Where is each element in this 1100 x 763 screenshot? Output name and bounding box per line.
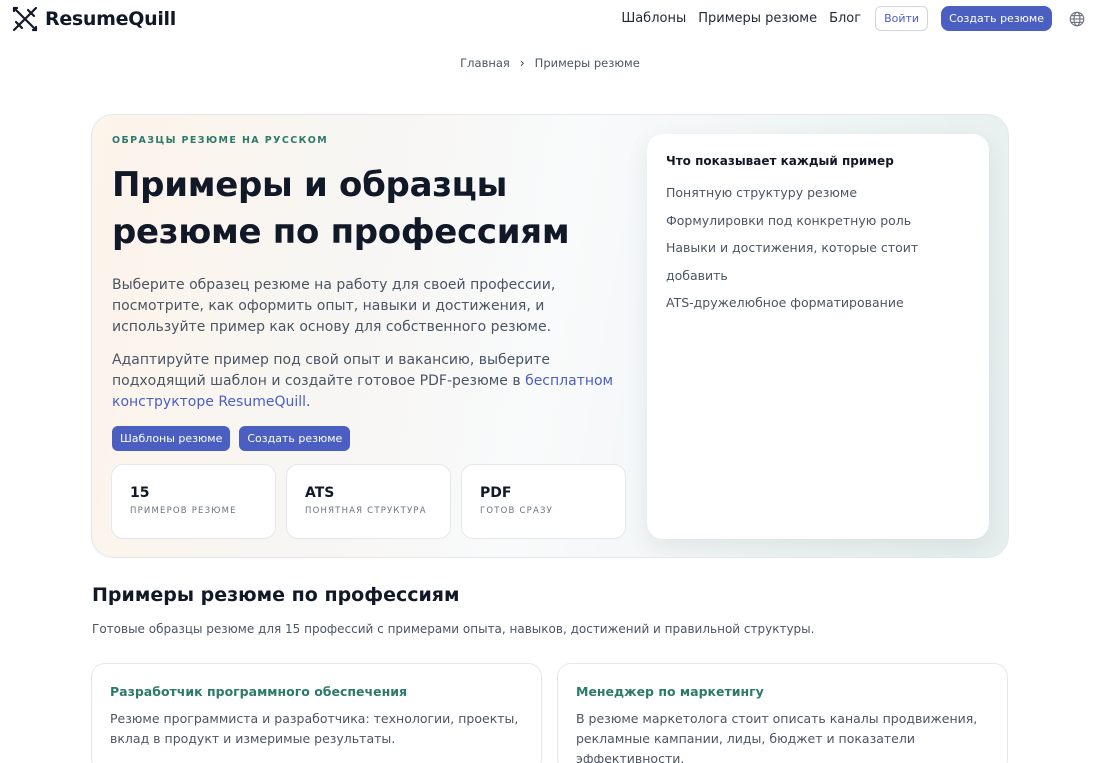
stat-card: PDF ГОТОВ СРАЗУ: [461, 464, 626, 539]
hero-eyebrow: ОБРАЗЦЫ РЕЗЮМЕ НА РУССКОМ: [112, 135, 329, 146]
stat-value: ATS: [305, 485, 335, 501]
hero-description-2-text: Адаптируйте пример под свой опыт и вакан…: [112, 352, 551, 389]
profession-card-title[interactable]: Менеджер по маркетингу: [576, 684, 989, 699]
hero-create-resume-button[interactable]: Создать резюме: [239, 426, 351, 451]
profession-card-text: В резюме маркетолога стоит описать канал…: [576, 711, 978, 763]
create-resume-button[interactable]: Создать резюме: [941, 6, 1052, 31]
page-title: Примеры и образцы резюме по профессиям: [112, 165, 570, 252]
site-header: ResumeQuill Шаблоны Примеры резюме Блог …: [0, 0, 1100, 38]
nav-examples[interactable]: Примеры резюме: [698, 11, 817, 26]
login-button[interactable]: Войти: [875, 6, 929, 31]
breadcrumb-home[interactable]: Главная: [460, 56, 510, 70]
feature-item: Навыки и достижения, которые стоит добав…: [666, 240, 919, 283]
profession-card-title[interactable]: Разработчик программного обеспечения: [110, 684, 523, 699]
features-card: Что показывает каждый пример Понятную ст…: [647, 134, 989, 539]
logo-text: ResumeQuill: [45, 8, 176, 30]
logo[interactable]: ResumeQuill: [11, 5, 176, 33]
profession-card-developer[interactable]: Разработчик программного обеспечения Рез…: [91, 663, 542, 763]
stats-row: 15 ПРИМЕРОВ РЕЗЮМЕ ATS ПОНЯТНАЯ СТРУКТУР…: [111, 464, 626, 539]
stat-label: ПРИМЕРОВ РЕЗЮМЕ: [130, 506, 237, 516]
profession-card-text: Резюме программиста и разработчика: техн…: [110, 711, 519, 746]
stat-card: ATS ПОНЯТНАЯ СТРУКТУРА: [286, 464, 451, 539]
stat-value: 15: [130, 485, 150, 501]
professions-subtitle: Готовые образцы резюме для 15 профессий …: [92, 622, 815, 636]
hero-buttons: Шаблоны резюме Создать резюме: [112, 426, 351, 451]
chevron-right-icon: ›: [519, 56, 525, 70]
globe-icon: [1069, 11, 1085, 26]
stat-card: 15 ПРИМЕРОВ РЕЗЮМЕ: [111, 464, 276, 539]
hero-description-2: Адаптируйте пример под свой опыт и вакан…: [112, 350, 632, 413]
language-switcher[interactable]: [1068, 10, 1086, 28]
feature-item: Понятную структуру резюме: [666, 185, 858, 200]
feature-item: Формулировки под конкретную роль: [666, 212, 912, 228]
features-card-title: Что показывает каждый пример: [666, 154, 894, 168]
main-nav: Шаблоны Примеры резюме Блог Войти Создат…: [621, 6, 1086, 31]
profession-card-marketing[interactable]: Менеджер по маркетингу В резюме маркетол…: [557, 663, 1008, 763]
breadcrumb-current: Примеры резюме: [534, 56, 640, 70]
nav-templates[interactable]: Шаблоны: [621, 11, 686, 26]
stat-value: PDF: [480, 485, 512, 501]
stat-label: ГОТОВ СРАЗУ: [480, 506, 553, 516]
stat-label: ПОНЯТНАЯ СТРУКТУРА: [305, 506, 427, 516]
feature-item: ATS-дружелюбное форматирование: [666, 295, 904, 310]
hero-section: ОБРАЗЦЫ РЕЗЮМЕ НА РУССКОМ Примеры и обра…: [91, 114, 1009, 558]
breadcrumb: Главная › Примеры резюме: [0, 56, 1100, 70]
templates-button[interactable]: Шаблоны резюме: [112, 426, 231, 451]
hero-description: Выберите образец резюме на работу для св…: [112, 277, 556, 335]
quill-logo-icon: [12, 6, 38, 32]
hero-description-2-end: .: [306, 394, 311, 410]
nav-blog[interactable]: Блог: [829, 11, 861, 26]
professions-title: Примеры резюме по профессиям: [92, 584, 460, 606]
